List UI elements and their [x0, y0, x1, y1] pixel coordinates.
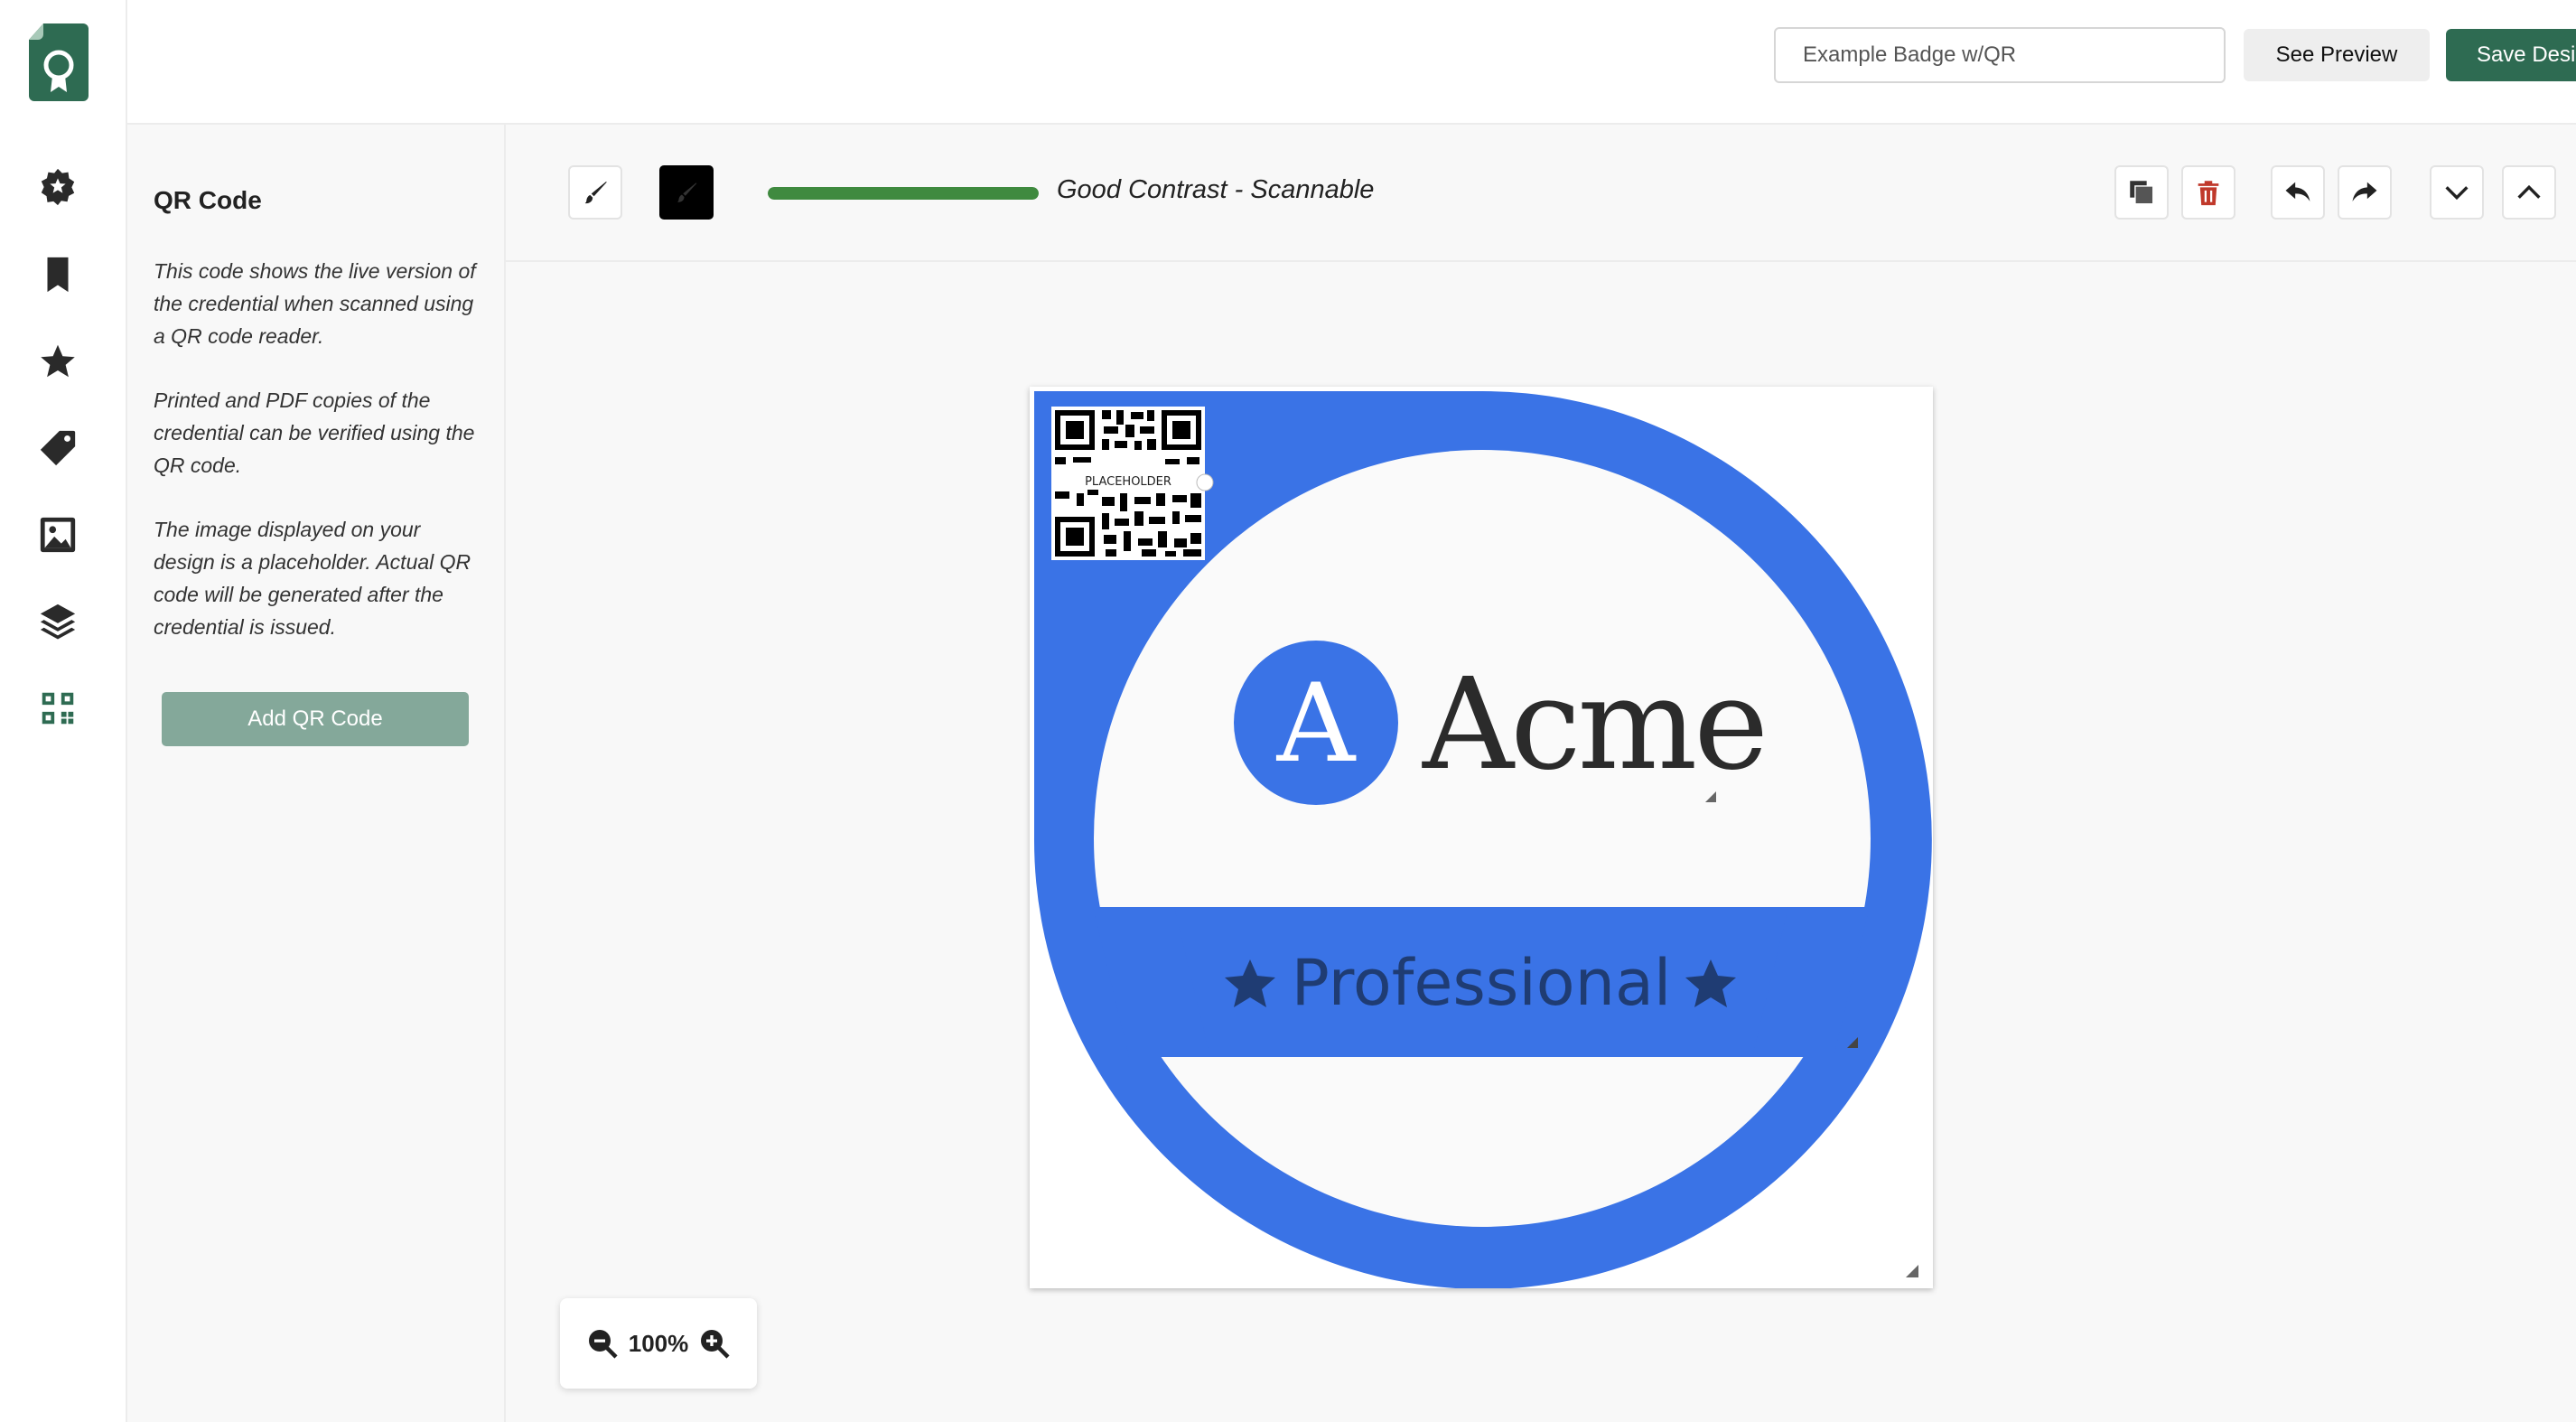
see-preview-button[interactable]: See Preview [2244, 29, 2430, 81]
chevron-up-icon [2517, 184, 2541, 199]
sidebar-item-qr-code[interactable] [34, 685, 81, 732]
certificate-logo-icon [29, 23, 89, 101]
copy-icon [2130, 181, 2154, 205]
contrast-meter-fill [768, 187, 1039, 200]
sidebar-item-layers[interactable] [34, 598, 81, 645]
ribbon-text: Professional [1292, 946, 1672, 1020]
undo-button[interactable] [2271, 165, 2325, 220]
qr-placeholder: PLACEHOLDER [1051, 407, 1214, 560]
left-rail [0, 0, 127, 1422]
contrast-meter [768, 187, 1039, 200]
resize-handle-canvas [1906, 1265, 1918, 1277]
color-swatch-button[interactable] [659, 165, 714, 220]
element-toolbar: Good Contrast - Scannable [506, 125, 2576, 262]
image-icon [40, 517, 76, 553]
move-down-button[interactable] [2430, 165, 2484, 220]
sidebar-item-icons[interactable] [34, 338, 81, 385]
move-up-button[interactable] [2502, 165, 2556, 220]
redo-icon [2352, 182, 2377, 201]
qr-placeholder-label: PLACEHOLDER [1085, 475, 1171, 489]
zoom-control: 100% [560, 1298, 757, 1389]
qr-code-panel: QR Code This code shows the live version… [127, 125, 506, 1422]
badge-inner-disc [1094, 450, 1871, 1227]
save-design-button[interactable]: Save Design [2446, 29, 2576, 81]
zoom-out-button[interactable] [585, 1326, 620, 1361]
sidebar-item-images[interactable] [34, 511, 81, 558]
badge-icon [41, 168, 75, 206]
sidebar-item-labels[interactable] [34, 425, 81, 472]
duplicate-button[interactable] [2114, 165, 2169, 220]
panel-description-1: This code shows the live version of the … [154, 259, 476, 348]
badge-artwork: A Acme Professional PLACEHOLDER [1033, 390, 1932, 1288]
zoom-out-icon [588, 1330, 618, 1359]
qr-icon [42, 692, 74, 725]
top-bar: See Preview Save Design [127, 0, 2576, 125]
bookmark-icon [47, 257, 69, 293]
brush-button[interactable] [568, 165, 622, 220]
design-name-input[interactable] [1774, 27, 2226, 83]
layers-icon [40, 603, 76, 640]
zoom-in-button[interactable] [697, 1326, 732, 1361]
trash-icon [2198, 181, 2219, 206]
star-icon [41, 344, 75, 378]
tag-icon [40, 430, 76, 466]
delete-button[interactable] [2181, 165, 2235, 220]
zoom-in-icon [701, 1330, 730, 1359]
logo-letter: A [1276, 661, 1357, 787]
add-qr-code-button[interactable]: Add QR Code [162, 692, 469, 746]
chevron-down-icon [2445, 186, 2469, 201]
zoom-level: 100% [628, 1329, 689, 1357]
contrast-status-label: Good Contrast - Scannable [1057, 175, 1375, 204]
design-canvas[interactable]: A Acme Professional PLACEHOLDER [1030, 387, 1933, 1288]
panel-title: QR Code [154, 186, 262, 214]
panel-description-2: Printed and PDF copies of the credential… [154, 388, 475, 477]
undo-icon [2285, 182, 2310, 201]
panel-description-3: The image displayed on your design is a … [154, 518, 471, 639]
sidebar-item-badge-shapes[interactable] [34, 163, 81, 210]
redo-button[interactable] [2338, 165, 2392, 220]
app-logo[interactable] [27, 22, 90, 103]
brand-name: Acme [1422, 651, 1765, 799]
brush-icon [677, 182, 697, 202]
brush-icon [584, 181, 607, 204]
sidebar-item-ribbons[interactable] [34, 251, 81, 298]
